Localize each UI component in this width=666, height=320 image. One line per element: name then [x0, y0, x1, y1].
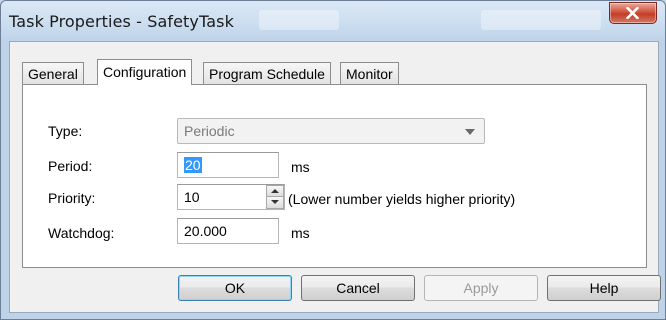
watchdog-input[interactable]: 20.000: [177, 218, 279, 244]
period-input[interactable]: 20: [177, 152, 279, 178]
ok-button[interactable]: OK: [178, 275, 292, 301]
tab-monitor[interactable]: Monitor: [340, 62, 399, 84]
priority-spinner[interactable]: [266, 185, 284, 209]
priority-value: 10: [184, 189, 200, 205]
priority-hint: (Lower number yields higher priority): [288, 191, 516, 207]
tab-general[interactable]: General: [22, 62, 84, 84]
help-button[interactable]: Help: [547, 275, 661, 301]
watchdog-label: Watchdog:: [48, 225, 115, 241]
tab-configuration[interactable]: Configuration: [97, 59, 193, 85]
period-label: Period:: [48, 158, 93, 174]
close-icon: [626, 7, 639, 19]
watchdog-unit: ms: [291, 225, 310, 241]
type-value: Periodic: [184, 123, 235, 139]
window-title: Task Properties - SafetyTask: [9, 12, 234, 31]
type-label: Type:: [48, 123, 83, 139]
configuration-panel: Type: Periodic Period: 20 ms Priority: 1…: [22, 84, 647, 268]
period-value: 20: [184, 157, 202, 173]
period-unit: ms: [291, 159, 310, 175]
tab-program-schedule[interactable]: Program Schedule: [203, 62, 331, 84]
title-bar[interactable]: Task Properties - SafetyTask: [1, 1, 665, 41]
arrow-down-icon[interactable]: [267, 197, 283, 208]
background-window-ghost: [259, 10, 339, 30]
watchdog-value: 20.000: [184, 223, 227, 239]
background-window-ghost: [481, 10, 601, 30]
dialog-body: General Configuration Program Schedule M…: [9, 41, 661, 313]
arrow-up-icon[interactable]: [267, 186, 283, 197]
task-properties-dialog: Task Properties - SafetyTask General Con…: [0, 0, 666, 320]
chevron-down-icon: [465, 129, 475, 135]
close-button[interactable]: [609, 2, 657, 24]
type-select[interactable]: Periodic: [177, 118, 485, 144]
cancel-button[interactable]: Cancel: [301, 275, 415, 301]
apply-button[interactable]: Apply: [424, 275, 538, 301]
priority-label: Priority:: [48, 190, 96, 206]
